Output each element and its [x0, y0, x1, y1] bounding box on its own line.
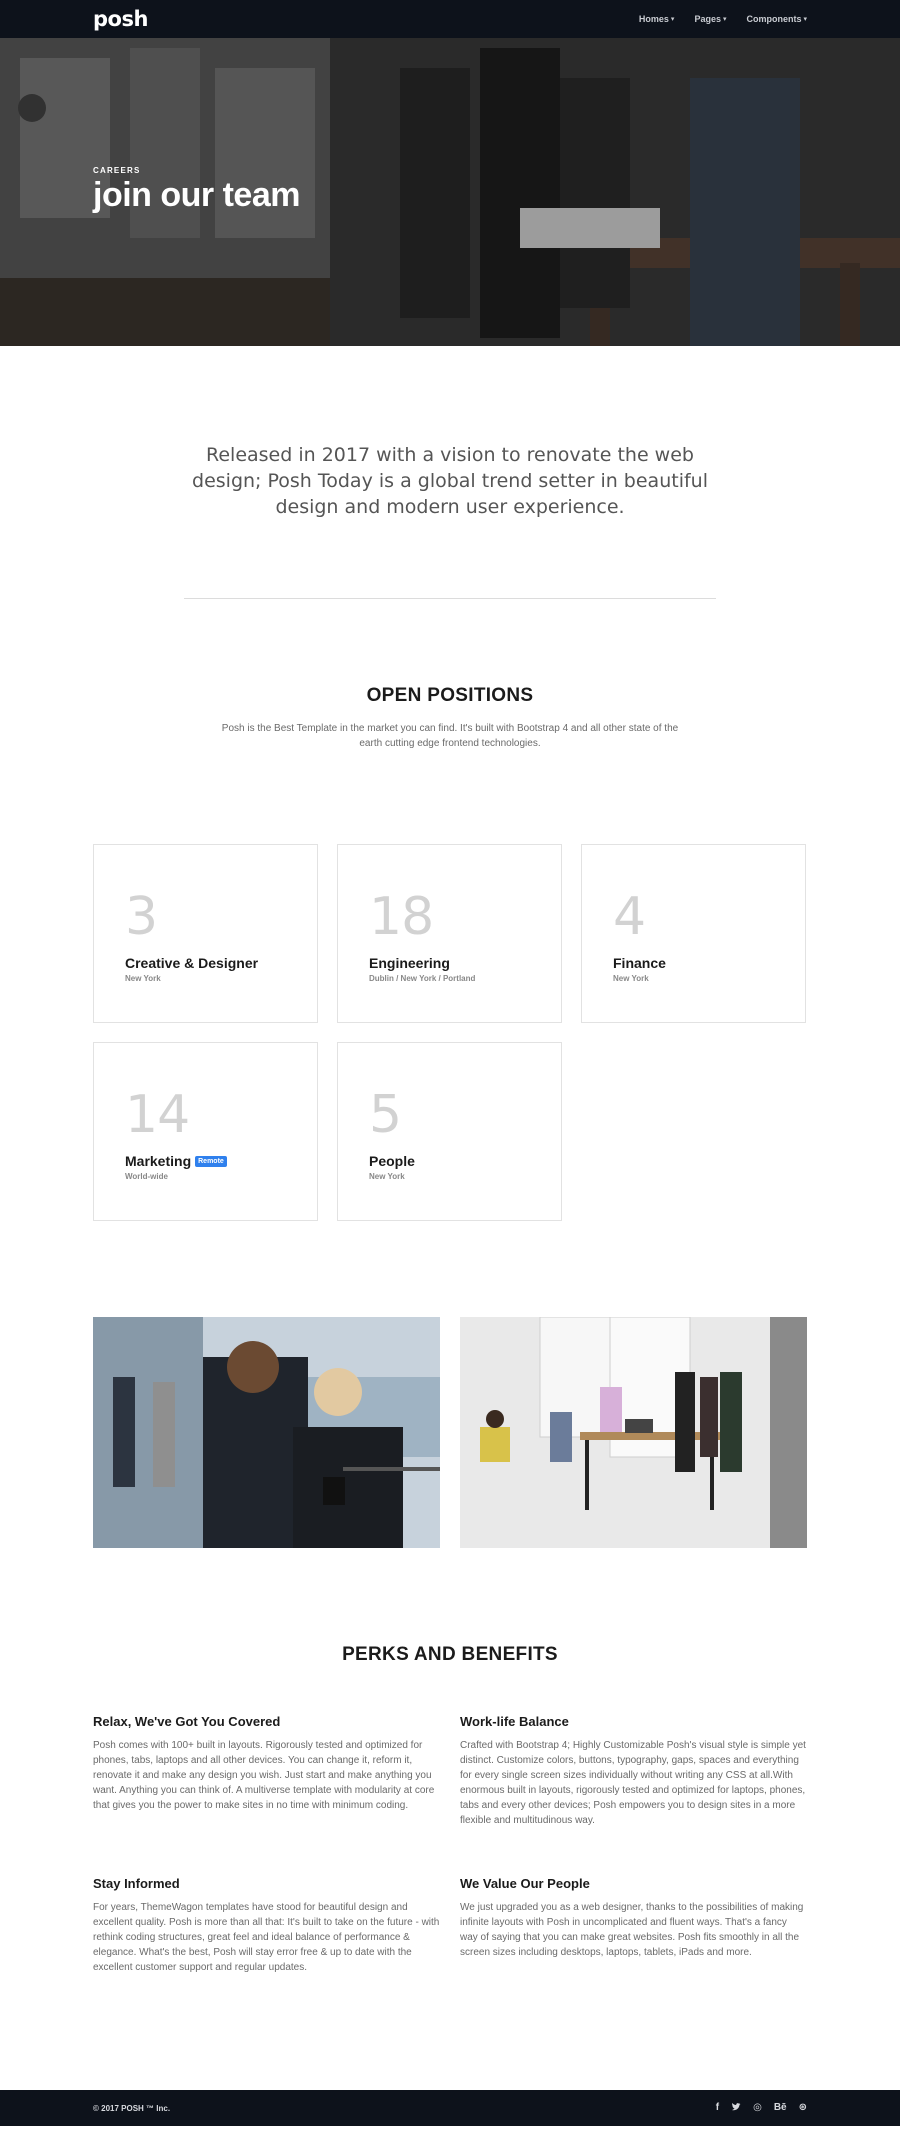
- position-location: New York: [125, 974, 161, 983]
- menu-item-components[interactable]: Components ▾: [746, 14, 807, 24]
- position-location: World-wide: [125, 1172, 168, 1181]
- position-title: Engineering: [369, 955, 531, 971]
- main-menu: Homes ▾ Pages ▾ Components ▾: [639, 14, 807, 24]
- chevron-down-icon: ▾: [803, 16, 807, 23]
- intro-text: Released in 2017 with a vision to renova…: [192, 444, 708, 518]
- copyright-text: © 2017 POSH ™ Inc.: [93, 2103, 171, 2113]
- position-count: 3: [125, 887, 158, 947]
- intro-section: Released in 2017 with a vision to renova…: [0, 346, 900, 599]
- perk-title: Work-life Balance: [460, 1714, 569, 1729]
- perks-header: PERKS AND BENEFITS: [0, 1548, 900, 1666]
- position-location: New York: [369, 1172, 405, 1181]
- position-title-text: Creative & Designer: [125, 955, 259, 971]
- perk-text: Crafted with Bootstrap 4; Highly Customi…: [460, 1740, 806, 1826]
- twitter-icon[interactable]: [731, 2102, 741, 2115]
- position-title-text: Engineering: [369, 955, 450, 971]
- section-title: OPEN POSITIONS: [366, 685, 534, 706]
- position-card-people[interactable]: 5 People New York: [337, 1042, 562, 1221]
- chevron-down-icon: ▾: [670, 16, 675, 23]
- position-card-finance[interactable]: 4 Finance New York: [581, 844, 806, 1023]
- menu-item-label: Pages: [694, 14, 721, 24]
- position-title: Creative & Designer: [125, 955, 287, 971]
- section-description: Posh is the Best Template in the market …: [221, 723, 679, 749]
- position-title-text: People: [369, 1153, 415, 1169]
- brand-logo[interactable]: posh: [93, 7, 148, 31]
- dribbble-icon[interactable]: ⊛: [799, 2102, 807, 2115]
- positions-grid: 3 Creative & Designer New York 18 Engine…: [93, 844, 807, 1221]
- chevron-down-icon: ▾: [722, 16, 727, 23]
- perk-item: We Value Our People We just upgraded you…: [460, 1876, 807, 1975]
- perk-item: Relax, We've Got You Covered Posh comes …: [93, 1714, 440, 1828]
- social-links: f ◎ Bē ⊛: [716, 2102, 807, 2115]
- perk-item: Work-life Balance Crafted with Bootstrap…: [460, 1714, 807, 1828]
- instagram-icon[interactable]: ◎: [753, 2102, 762, 2115]
- facebook-icon[interactable]: f: [716, 2102, 719, 2115]
- position-title-text: Finance: [613, 955, 666, 971]
- footer: © 2017 POSH ™ Inc. f ◎ Bē ⊛: [0, 2090, 900, 2126]
- position-count: 14: [125, 1085, 190, 1145]
- section-title: PERKS AND BENEFITS: [342, 1644, 558, 1665]
- twitter-glyph: [732, 2102, 741, 2110]
- behance-icon[interactable]: Bē: [774, 2102, 787, 2115]
- menu-item-label: Homes: [638, 14, 669, 24]
- perk-text: We just upgraded you as a web designer, …: [460, 1902, 804, 1958]
- position-card-marketing[interactable]: 14 Marketing Remote World-wide: [93, 1042, 318, 1221]
- position-location: Dublin / New York / Portland: [369, 974, 476, 983]
- position-title: Marketing Remote: [125, 1153, 287, 1169]
- perk-item: Stay Informed For years, ThemeWagon temp…: [93, 1876, 440, 1975]
- top-navbar: posh Homes ▾ Pages ▾ Components ▾: [0, 0, 900, 38]
- position-card-engineering[interactable]: 18 Engineering Dublin / New York / Portl…: [337, 844, 562, 1023]
- perk-text: Posh comes with 100+ built in layouts. R…: [93, 1740, 435, 1811]
- open-positions-header: OPEN POSITIONS Posh is the Best Template…: [0, 599, 900, 751]
- position-card-creative[interactable]: 3 Creative & Designer New York: [93, 844, 318, 1023]
- position-location: New York: [613, 974, 649, 983]
- menu-item-pages[interactable]: Pages ▾: [694, 14, 726, 24]
- hero-title: join our team: [93, 176, 300, 214]
- menu-item-label: Components: [746, 14, 802, 24]
- position-title: People: [369, 1153, 531, 1169]
- team-photo-office-chat: [93, 1317, 440, 1548]
- position-count: 18: [369, 887, 434, 947]
- position-count: 4: [613, 887, 646, 947]
- office-chat-image: [93, 1317, 440, 1548]
- team-photos: [93, 1317, 807, 1548]
- position-count: 5: [369, 1085, 402, 1145]
- perk-title: Relax, We've Got You Covered: [93, 1714, 281, 1729]
- position-title: Finance: [613, 955, 775, 971]
- hero-text: CAREERS join our team: [93, 166, 300, 215]
- perks-grid: Relax, We've Got You Covered Posh comes …: [93, 1714, 807, 1975]
- menu-item-homes[interactable]: Homes ▾: [639, 14, 675, 24]
- team-photo-meeting-room: [460, 1317, 807, 1548]
- position-title-text: Marketing: [125, 1153, 192, 1169]
- hero-subtitle: CAREERS: [93, 166, 141, 175]
- hero-banner: CAREERS join our team: [0, 38, 900, 346]
- meeting-room-image: [460, 1317, 807, 1548]
- perk-text: For years, ThemeWagon templates have sto…: [93, 1902, 440, 1973]
- perk-title: Stay Informed: [93, 1876, 180, 1891]
- perk-title: We Value Our People: [460, 1876, 590, 1891]
- remote-badge: Remote: [195, 1155, 227, 1167]
